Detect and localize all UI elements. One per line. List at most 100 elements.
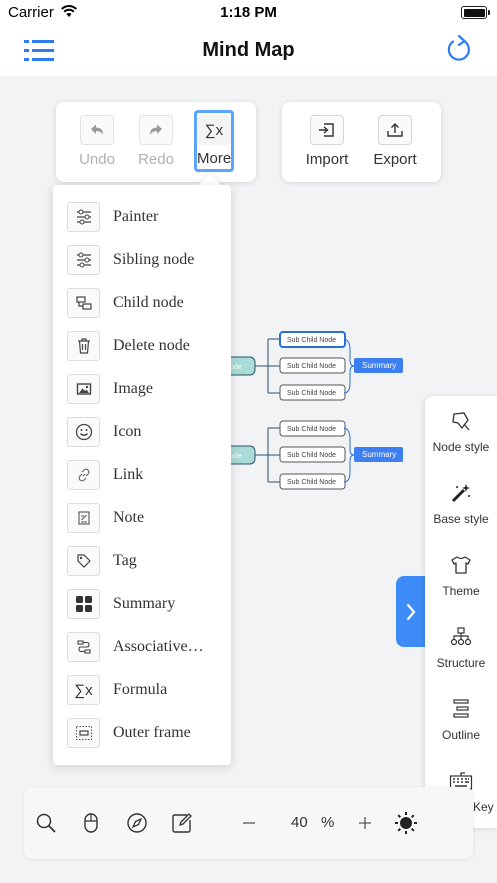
brightness-icon [395,812,417,834]
brightness-button[interactable] [394,811,418,835]
undo-label: Undo [79,151,115,168]
shirt-icon [451,556,471,574]
child-node-label: Sub Child Node [287,452,336,459]
menu-item-icon[interactable]: Icon [67,417,227,449]
summary-label: Summary [362,361,396,370]
export-label: Export [373,151,417,168]
menu-item-painter[interactable]: Painter [67,202,227,234]
menu-item-label: Child node [113,294,184,311]
node-style-icon [452,412,470,431]
menu-item-label: Outer frame [113,724,191,741]
menu-item-label: Image [113,380,153,397]
child-node-label: Sub Child Node [287,390,336,397]
panel-item-node-style[interactable]: Node style [425,408,497,454]
panel-item-label: Structure [436,656,486,670]
menu-item-note[interactable]: Note [67,503,227,535]
export-icon [387,123,403,137]
child-node-label: Sub Child Node [287,363,336,370]
zoom-level: 40 [291,814,308,831]
undo-button[interactable]: Undo [74,115,120,168]
edit-icon [172,813,192,833]
child-node-label: Sub Child Node [287,426,336,433]
zoom-out-button[interactable] [237,811,261,835]
panel-item-label: Theme [442,584,480,598]
magic-wand-icon [451,484,470,503]
panel-item-theme[interactable]: Theme [425,552,497,598]
panel-toggle-button[interactable] [396,576,426,647]
import-button[interactable]: Import [304,115,350,168]
panel-item-label: Base style [433,512,489,526]
bottom-toolbar: 40 % [24,787,473,859]
grid-icon [75,596,92,612]
panel-item-outline[interactable]: Outline [425,696,497,742]
frame-icon [75,726,92,740]
edit-toolbox: Undo Redo ∑x More [56,102,256,182]
zoom-in-button[interactable] [353,811,377,835]
menu-item-associative[interactable]: Associative… [67,632,227,664]
menu-item-formula[interactable]: ∑x Formula [67,675,227,707]
file-toolbox: Import Export [282,102,441,182]
compass-button[interactable] [125,811,149,835]
zoom-unit: % [321,814,335,831]
panel-item-base-style[interactable]: Base style [425,480,497,526]
menu-item-label: Link [113,466,144,483]
menu-item-delete-node[interactable]: Delete node [67,331,227,363]
menu-item-label: Delete node [113,337,190,354]
redo-icon [150,124,162,135]
panel-item-structure[interactable]: Structure [425,624,497,670]
sigma-icon: ∑x [74,681,93,699]
chevron-right-icon [406,603,416,620]
menu-item-label: Sibling node [113,251,195,268]
menu-item-sibling-node[interactable]: Sibling node [67,245,227,277]
minus-icon [243,822,255,824]
menu-item-label: Formula [113,681,168,698]
edit-button[interactable] [170,811,194,835]
more-button[interactable]: ∑x More [194,110,234,172]
redo-button[interactable]: Redo [133,115,179,168]
redo-label: Redo [138,151,174,168]
mouse-icon [84,813,98,833]
summary-label: Summary [362,450,396,459]
import-icon [319,123,334,137]
export-button[interactable]: Export [372,115,418,168]
sliders-icon [76,252,91,268]
style-panel: Node style Base style Theme Structure Ou… [425,396,497,828]
smiley-icon [75,423,92,441]
menu-item-label: Note [113,509,145,526]
menu-item-label: Painter [113,208,159,225]
note-icon [77,511,90,525]
trash-icon [77,338,90,354]
more-label: More [197,150,232,167]
more-menu: Painter Sibling node Child node Delete n… [53,185,231,765]
menu-item-label: Icon [113,423,142,440]
panel-item-label: Node style [432,440,490,454]
menu-item-label: Associative… [113,638,204,655]
compass-icon [127,813,147,833]
plus-icon [359,817,371,829]
menu-item-link[interactable]: Link [67,460,227,492]
parent-node-label: ode [230,453,242,460]
menu-item-summary[interactable]: Summary [67,589,227,621]
tag-icon [76,554,91,568]
child-node-icon [75,296,92,310]
search-button[interactable] [34,811,58,835]
associative-icon [76,640,91,654]
menu-item-label: Summary [113,595,176,612]
structure-icon [450,627,472,646]
search-icon [36,813,56,833]
sigma-icon: ∑x [204,121,224,139]
parent-node-label: ode [230,364,242,371]
image-icon [76,383,91,395]
outline-icon [453,699,469,718]
menu-item-label: Tag [113,552,137,569]
mouse-button[interactable] [79,811,103,835]
menu-item-child-node[interactable]: Child node [67,288,227,320]
menu-item-image[interactable]: Image [67,374,227,406]
import-label: Import [305,151,349,168]
child-node-label: Sub Child Node [287,479,336,486]
link-icon [78,468,89,482]
panel-item-label: Outline [441,728,481,742]
menu-item-outer-frame[interactable]: Outer frame [67,718,227,750]
menu-item-tag[interactable]: Tag [67,546,227,578]
child-node-label: Sub Child Node [287,337,336,344]
